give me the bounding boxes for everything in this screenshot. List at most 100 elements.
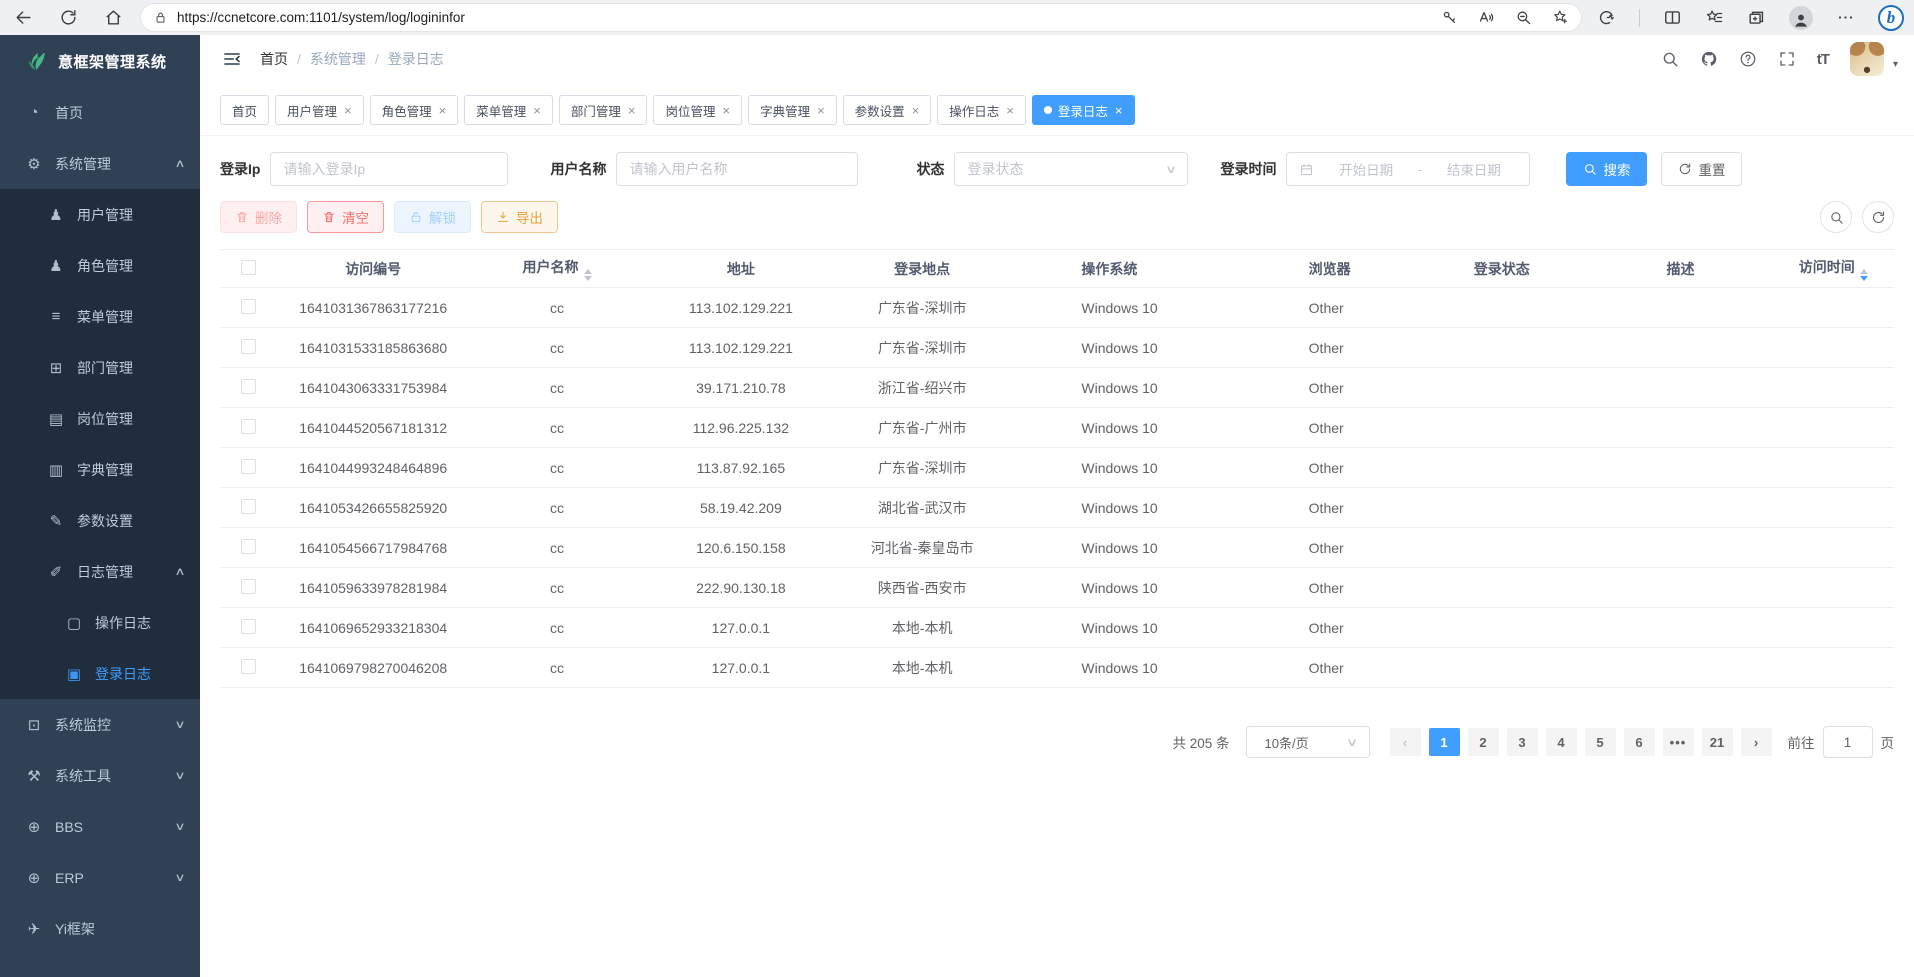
- url-text[interactable]: https://ccnetcore.com:1101/system/log/lo…: [177, 10, 1429, 25]
- sidebar-item-dept-management[interactable]: ⊞部门管理: [0, 342, 200, 393]
- close-icon[interactable]: ×: [628, 104, 636, 117]
- close-icon[interactable]: ×: [912, 104, 920, 117]
- column-header-time[interactable]: 访问时间: [1772, 250, 1894, 288]
- sort-asc-icon[interactable]: [1860, 269, 1868, 274]
- sort-desc-icon[interactable]: [1860, 276, 1868, 281]
- user-avatar[interactable]: [1850, 42, 1884, 76]
- status-select[interactable]: 登录状态 ∨: [954, 152, 1188, 186]
- app-logo[interactable]: 意框架管理系统: [0, 35, 200, 87]
- page-button-4[interactable]: 4: [1546, 728, 1577, 756]
- export-button[interactable]: 导出: [481, 201, 558, 233]
- row-checkbox[interactable]: [241, 539, 256, 554]
- fullscreen-icon[interactable]: [1778, 50, 1796, 68]
- sort-icons[interactable]: [584, 269, 592, 281]
- search-button[interactable]: 搜索: [1566, 152, 1647, 186]
- page-button-1[interactable]: 1: [1429, 728, 1460, 756]
- page-button-2[interactable]: 2: [1468, 728, 1499, 756]
- page-button-5[interactable]: 5: [1585, 728, 1616, 756]
- close-icon[interactable]: ×: [817, 104, 825, 117]
- read-aloud-icon[interactable]: [1478, 9, 1495, 26]
- tab-用户管理[interactable]: 用户管理×: [275, 95, 364, 125]
- sidebar-item-menu-management[interactable]: ≡菜单管理: [0, 291, 200, 342]
- delete-button[interactable]: 删除: [220, 201, 297, 233]
- favorites-icon[interactable]: [1705, 8, 1724, 27]
- sort-asc-icon[interactable]: [584, 269, 592, 274]
- avatar-caret-icon[interactable]: ▾: [1893, 59, 1898, 76]
- reset-button[interactable]: 重置: [1661, 152, 1742, 186]
- row-checkbox[interactable]: [241, 619, 256, 634]
- row-checkbox[interactable]: [241, 379, 256, 394]
- address-bar[interactable]: https://ccnetcore.com:1101/system/log/lo…: [141, 4, 1581, 31]
- close-icon[interactable]: ×: [722, 104, 730, 117]
- lock-icon[interactable]: [153, 10, 168, 25]
- collections-icon[interactable]: [1747, 8, 1766, 27]
- more-pages-button[interactable]: •••: [1663, 728, 1694, 756]
- close-icon[interactable]: ×: [533, 104, 541, 117]
- row-checkbox[interactable]: [241, 499, 256, 514]
- github-icon[interactable]: [1700, 50, 1718, 68]
- sidebar-item-bbs[interactable]: ⊕BBS∨: [0, 801, 200, 852]
- help-icon[interactable]: [1739, 50, 1757, 68]
- tab-角色管理[interactable]: 角色管理×: [370, 95, 459, 125]
- tab-登录日志[interactable]: 登录日志×: [1032, 95, 1135, 125]
- browser-essentials-icon[interactable]: [1597, 8, 1616, 27]
- tab-操作日志[interactable]: 操作日志×: [937, 95, 1026, 125]
- page-size-select[interactable]: 10条/页 ∨: [1246, 726, 1370, 758]
- sort-icons[interactable]: [1860, 269, 1868, 281]
- sidebar-item-post-management[interactable]: ▤岗位管理: [0, 393, 200, 444]
- add-favorite-icon[interactable]: [1552, 9, 1569, 26]
- close-icon[interactable]: ×: [1006, 104, 1014, 117]
- username-input[interactable]: [629, 161, 845, 177]
- back-icon[interactable]: [14, 8, 33, 27]
- select-all-checkbox[interactable]: [241, 260, 256, 275]
- password-key-icon[interactable]: [1441, 9, 1458, 26]
- tab-字典管理[interactable]: 字典管理×: [748, 95, 837, 125]
- sidebar-item-param-settings[interactable]: ✎参数设置: [0, 495, 200, 546]
- table-refresh-button[interactable]: [1862, 201, 1894, 233]
- sidebar-item-system-tools[interactable]: ⚒系统工具∨: [0, 750, 200, 801]
- sidebar-item-log-management[interactable]: ✐日志管理∧: [0, 546, 200, 597]
- sidebar-item-system-management[interactable]: ⚙系统管理∧: [0, 138, 200, 189]
- prev-page-button[interactable]: ‹: [1390, 728, 1421, 756]
- goto-page-input[interactable]: [1823, 726, 1873, 758]
- sidebar-item-dict-management[interactable]: ▥字典管理: [0, 444, 200, 495]
- sidebar-item-user-management[interactable]: ♟用户管理: [0, 189, 200, 240]
- row-checkbox[interactable]: [241, 459, 256, 474]
- close-icon[interactable]: ×: [344, 104, 352, 117]
- sidebar-item-yi-framework[interactable]: ✈Yi框架: [0, 903, 200, 954]
- row-checkbox[interactable]: [241, 659, 256, 674]
- column-header-user_name[interactable]: 用户名称: [470, 250, 644, 288]
- sidebar-item-role-management[interactable]: ♟角色管理: [0, 240, 200, 291]
- sidebar-item-home[interactable]: ◔首页: [0, 87, 200, 138]
- tab-首页[interactable]: 首页: [220, 95, 269, 125]
- sidebar-item-system-monitor[interactable]: ⊡系统监控∨: [0, 699, 200, 750]
- page-button-21[interactable]: 21: [1702, 728, 1733, 756]
- date-range-picker[interactable]: 开始日期 - 结束日期: [1286, 152, 1530, 186]
- close-icon[interactable]: ×: [439, 104, 447, 117]
- sidebar-item-erp[interactable]: ⊕ERP∨: [0, 852, 200, 903]
- table-search-toggle-button[interactable]: [1820, 201, 1852, 233]
- collapse-sidebar-icon[interactable]: [222, 49, 242, 69]
- next-page-button[interactable]: ›: [1741, 728, 1772, 756]
- row-checkbox[interactable]: [241, 299, 256, 314]
- ip-input[interactable]: [283, 161, 495, 177]
- row-checkbox[interactable]: [241, 579, 256, 594]
- browser-menu-icon[interactable]: [1836, 8, 1855, 27]
- tab-部门管理[interactable]: 部门管理×: [559, 95, 648, 125]
- reload-icon[interactable]: [59, 8, 78, 27]
- zoom-out-icon[interactable]: [1515, 9, 1532, 26]
- row-checkbox[interactable]: [241, 419, 256, 434]
- sort-desc-icon[interactable]: [584, 276, 592, 281]
- tab-菜单管理[interactable]: 菜单管理×: [464, 95, 553, 125]
- tab-岗位管理[interactable]: 岗位管理×: [653, 95, 742, 125]
- bing-chat-icon[interactable]: [1878, 5, 1904, 31]
- home-icon[interactable]: [104, 8, 123, 27]
- page-button-6[interactable]: 6: [1624, 728, 1655, 756]
- font-size-icon[interactable]: tT: [1817, 51, 1829, 68]
- split-screen-icon[interactable]: [1663, 8, 1682, 27]
- page-button-3[interactable]: 3: [1507, 728, 1538, 756]
- tab-参数设置[interactable]: 参数设置×: [843, 95, 932, 125]
- close-icon[interactable]: ×: [1115, 104, 1123, 117]
- row-checkbox[interactable]: [241, 339, 256, 354]
- clear-button[interactable]: 清空: [307, 201, 384, 233]
